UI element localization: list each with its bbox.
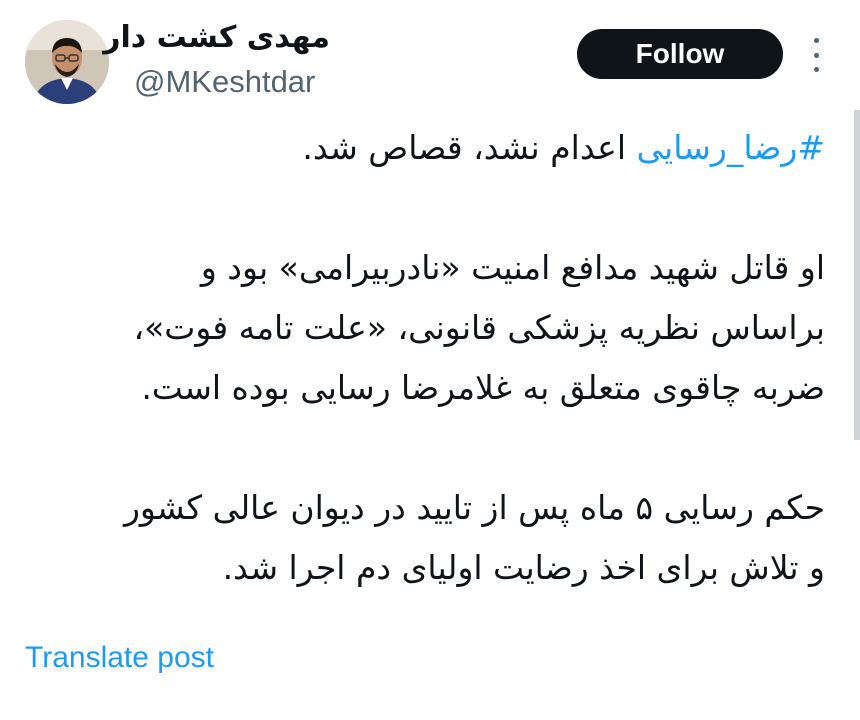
post-line-5: حکم رسایی ۵ ماه پس از تایید در دیوان عال… (123, 488, 825, 527)
post-line-1-text: اعدام نشد، قصاص شد. (302, 128, 637, 167)
avatar[interactable] (25, 20, 109, 104)
hashtag-link[interactable]: #رضا_رسایی (637, 128, 826, 167)
post-line-3: براساس نظریه پزشکی قانونی، «علت تامه فوت… (133, 308, 825, 347)
post-line-6: و تلاش برای اخذ رضایت اولیای دم اجرا شد. (222, 548, 825, 587)
post-body: #رضا_رسایی اعدام نشد، قصاص شد. او قاتل ش… (45, 118, 825, 598)
translate-post-link[interactable]: Translate post (25, 641, 214, 675)
post-line-1: #رضا_رسایی اعدام نشد، قصاص شد. (45, 118, 825, 178)
post-line-4: ضربه چاقوی متعلق به غلامرضا رسایی بوده ا… (141, 368, 825, 407)
avatar-image (25, 20, 109, 104)
scrollbar[interactable] (854, 110, 860, 440)
follow-button[interactable]: Follow (577, 29, 783, 79)
author-handle[interactable]: @MKeshtdar (134, 64, 315, 100)
post-line-2: او قاتل شهید مدافع امنیت «نادربیرامی» بو… (200, 248, 825, 287)
more-vertical-icon[interactable] (808, 38, 824, 72)
author-display-name[interactable]: مهدی کشت دار (103, 20, 330, 55)
